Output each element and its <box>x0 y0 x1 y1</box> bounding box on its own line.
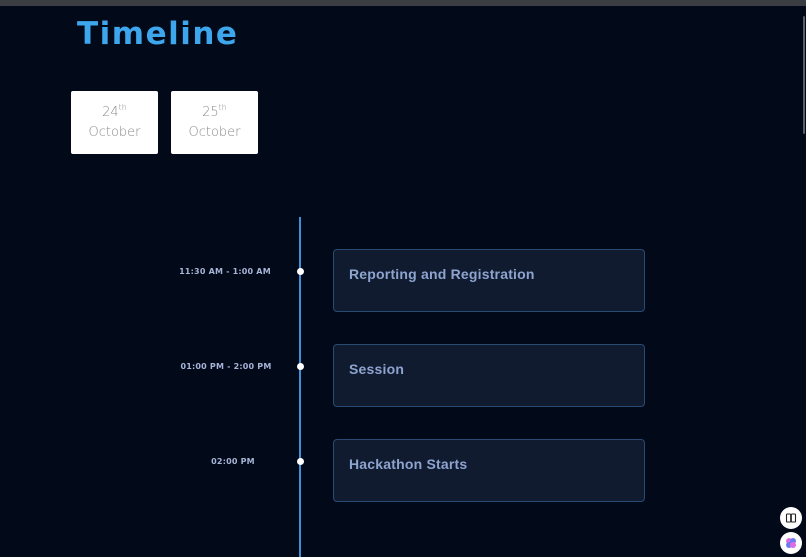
date-tab-25-october[interactable]: 25th October <box>171 91 258 154</box>
book-icon <box>785 513 797 523</box>
event-label: Hackathon Starts <box>349 456 468 472</box>
date-suffix: th <box>118 103 127 112</box>
timeline-dot <box>297 458 304 465</box>
event-label: Reporting and Registration <box>349 266 535 282</box>
event-label: Session <box>349 361 405 377</box>
theme-button[interactable] <box>780 532 802 554</box>
date-day: 25 <box>202 105 219 120</box>
event-card[interactable]: Session <box>333 344 645 407</box>
date-month: October <box>188 125 241 140</box>
event-time: 02:00 PM <box>211 457 255 466</box>
date-month: October <box>88 125 141 140</box>
date-tab-24-october[interactable]: 24th October <box>71 91 158 154</box>
date-day: 24 <box>102 105 119 120</box>
scrollbar-thumb[interactable] <box>803 16 805 134</box>
event-card[interactable]: Hackathon Starts <box>333 439 645 502</box>
event-time: 01:00 PM - 2:00 PM <box>180 362 272 371</box>
event-card[interactable]: Reporting and Registration <box>333 249 645 312</box>
scrollbar[interactable] <box>802 6 806 557</box>
reader-button[interactable] <box>780 507 802 529</box>
date-suffix: th <box>218 103 227 112</box>
page-title: Timeline <box>77 16 239 52</box>
event-time: 11:30 AM - 1:00 AM <box>179 267 271 276</box>
timeline-dot <box>297 268 304 275</box>
timeline-dot <box>297 363 304 370</box>
browser-top-bar <box>0 0 806 6</box>
palette-icon <box>786 538 796 548</box>
